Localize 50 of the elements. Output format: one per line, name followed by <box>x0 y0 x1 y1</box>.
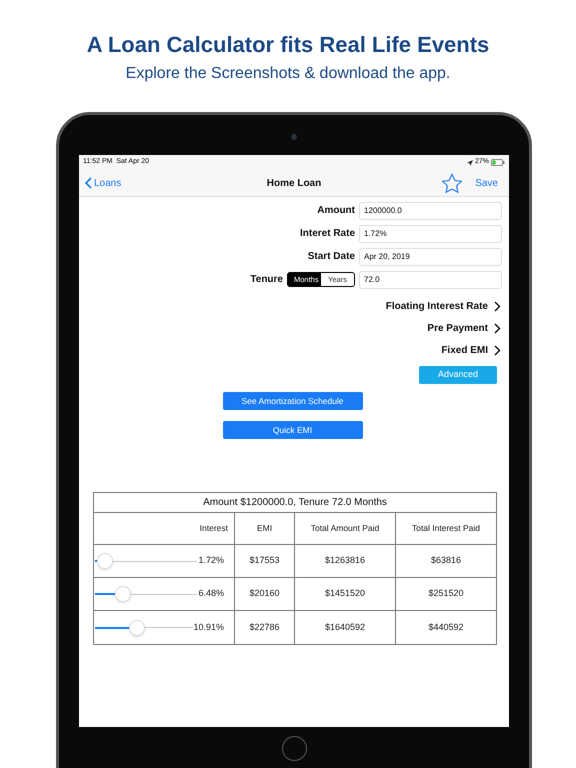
input-field[interactable]: 72.0 <box>359 270 502 288</box>
interest-value: 1.72% <box>198 554 225 568</box>
column-header: EMI <box>235 513 295 544</box>
battery-icon <box>491 159 505 166</box>
save-link[interactable]: Save <box>475 176 498 190</box>
location-icon <box>466 160 473 166</box>
camera-icon <box>291 134 297 140</box>
table-cell: $1640592 <box>295 611 396 644</box>
table-cell-text: $440592 <box>427 620 465 634</box>
table-cell: $1263816 <box>295 545 396 577</box>
field-label: Tenure <box>250 273 283 287</box>
chevron-right-icon <box>494 344 501 356</box>
field-label: Start Date <box>308 250 355 264</box>
slider-thumb[interactable] <box>129 620 146 636</box>
table-cell: $1451520 <box>295 578 396 610</box>
column-header: Interest <box>94 513 235 544</box>
column-header: Total Interest Paid <box>410 522 482 536</box>
chevron-right-icon <box>494 300 501 312</box>
input-field[interactable]: 1.72% <box>359 224 502 242</box>
rate-slider[interactable] <box>95 553 197 569</box>
rate-slider[interactable] <box>95 586 197 602</box>
table-cell-text: $63816 <box>430 554 462 568</box>
star-icon[interactable] <box>441 172 464 194</box>
slider-thumb[interactable] <box>97 553 114 569</box>
action-button[interactable]: See Amortization Schedule <box>222 392 362 410</box>
field-label: Interet Rate <box>300 227 355 241</box>
interest-value: 6.48% <box>198 587 225 600</box>
nav-title: Home Loan <box>266 176 322 190</box>
table-cell: $17553 <box>235 545 295 577</box>
home-button[interactable] <box>282 736 306 761</box>
column-header: Total Amount Paid <box>295 513 396 544</box>
slider-thumb[interactable] <box>114 586 131 602</box>
input-field[interactable]: 1200000.0 <box>359 202 502 220</box>
field-label: Amount <box>317 204 355 218</box>
chevron-right-icon <box>494 322 501 334</box>
interest-value: 10.91% <box>193 620 225 634</box>
table-cell: $22786 <box>235 611 295 644</box>
action-button[interactable]: Quick EMI <box>222 421 362 439</box>
table-title: Amount $1200000.0, Tenure 72.0 Months <box>94 493 496 513</box>
menu-link[interactable]: Pre Payment <box>427 317 501 339</box>
back-link[interactable]: Loans <box>85 176 122 190</box>
table-cell-text: $251520 <box>427 587 465 600</box>
rate-slider[interactable] <box>95 620 194 636</box>
promo-title: A Loan Calculator fits Real Life Events <box>86 31 490 59</box>
table-cell: $20160 <box>235 578 295 610</box>
back-chevron-icon <box>85 177 92 189</box>
menu-link[interactable]: Fixed EMI <box>441 339 501 361</box>
promo-subtitle: Explore the Screenshots & download the app. <box>126 64 450 84</box>
input-field[interactable]: Apr 20, 2019 <box>359 248 502 266</box>
menu-link[interactable]: Floating Interest Rate <box>386 295 501 317</box>
